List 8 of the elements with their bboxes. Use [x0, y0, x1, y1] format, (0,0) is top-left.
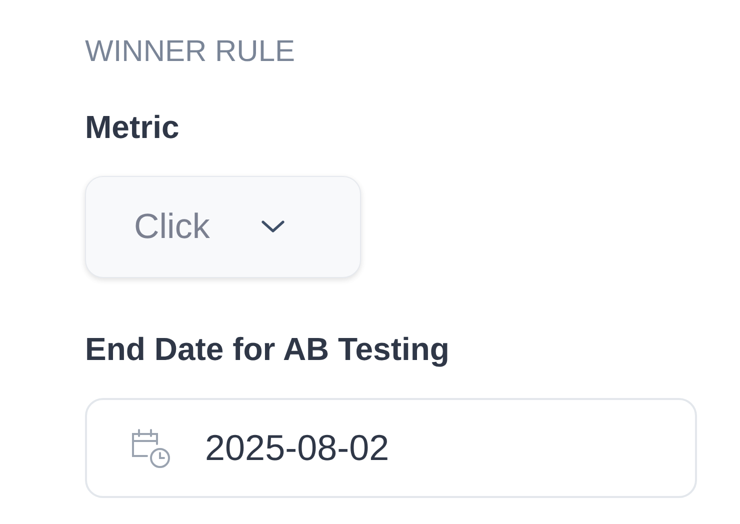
date-field[interactable]: 2025-08-02: [85, 398, 697, 498]
section-title: WINNER RULE: [85, 34, 296, 70]
metric-select[interactable]: Click: [85, 176, 361, 278]
field-label: Metric: [85, 108, 180, 146]
field-label: End Date for AB Testing: [85, 330, 450, 368]
date-value: 2025-08-02: [205, 427, 390, 469]
chevron-down-icon: [260, 219, 286, 235]
calendar-clock-icon: [129, 426, 173, 470]
